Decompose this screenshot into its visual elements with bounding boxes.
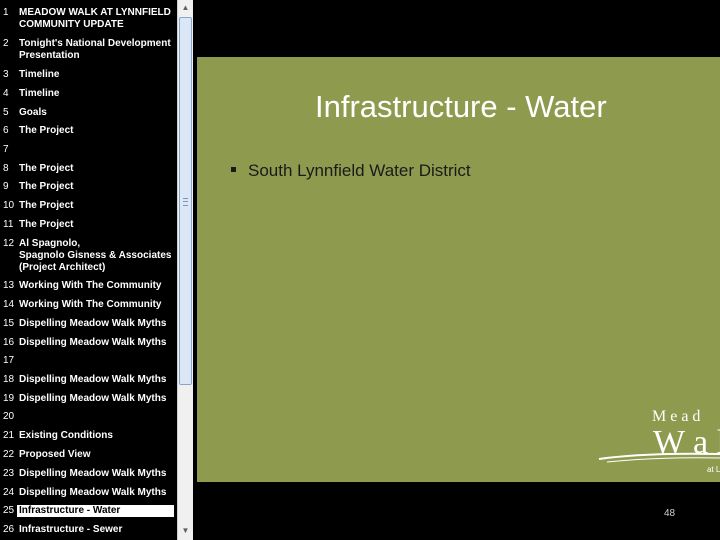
outline-item-title: Goals [19,107,47,118]
outline-item-number: 1 [3,7,9,18]
outline-item-number: 6 [3,125,9,136]
bullet-item: South Lynnfield Water District [231,161,471,181]
outline-item-number: 20 [3,411,15,422]
logo-line-1: M e a d [652,408,700,425]
slide-canvas: Infrastructure - Water South Lynnfield W… [197,57,720,482]
outline-item-number: 21 [3,430,15,441]
logo-line-3: at L [707,465,720,474]
scroll-up-arrow-icon[interactable]: ▲ [179,1,192,15]
outline-item-number: 17 [3,355,15,366]
outline-item-number: 18 [3,374,15,385]
outline-item-title: Dispelling Meadow Walk Myths [19,487,167,498]
outline-item-title: Infrastructure - Water [17,505,174,517]
outline-item-title: The Project [19,219,74,230]
outline-item-title: Dispelling Meadow Walk Myths [19,468,167,479]
outline-item-title: The Project [19,163,74,174]
outline-item-title: Dispelling Meadow Walk Myths [19,337,167,348]
outline-item-title: Dispelling Meadow Walk Myths [19,374,167,385]
outline-item-number: 22 [3,449,15,460]
outline-item-number: 23 [3,468,15,479]
outline-item-number: 10 [3,200,15,211]
meadow-walk-logo: M e a d W a l at L [598,408,720,474]
slide-page-number: 48 [664,508,676,519]
outline-item-number: 8 [3,163,9,174]
outline-scrollbar[interactable]: ▲ ▼ [177,0,193,540]
outline-item-number: 16 [3,337,15,348]
outline-item-number: 13 [3,280,15,291]
outline-item-number: 25 [3,505,15,516]
logo-line-2: W a l [653,424,720,461]
outline-item-title: The Project [19,200,74,211]
outline-item-title: Al Spagnolo, Spagnolo Gisness & Associat… [19,238,172,273]
outline-item-number: 2 [3,38,9,49]
slide-title: Infrastructure - Water [315,89,607,124]
outline-item-number: 11 [3,219,14,230]
outline-item-title: Proposed View [19,449,91,460]
outline-item-number: 7 [3,144,9,155]
outline-item-number: 26 [3,524,15,535]
scroll-down-arrow-icon[interactable]: ▼ [179,524,192,538]
outline-item-number: 4 [3,88,9,99]
outline-item-number: 5 [3,107,9,118]
outline-item-title: Working With The Community [19,299,162,310]
scrollbar-thumb[interactable] [179,17,192,385]
outline-item-title: Infrastructure - Sewer [19,524,123,535]
outline-item-number: 3 [3,69,9,80]
outline-item-title: MEADOW WALK AT LYNNFIELD COMMUNITY UPDAT… [19,7,171,30]
outline-item-title: Timeline [19,88,60,99]
grip-icon [183,198,188,206]
outline-item-title: Existing Conditions [19,430,113,441]
outline-item-number: 12 [3,238,15,249]
outline-item-title: Working With The Community [19,280,162,291]
outline-item-title: Dispelling Meadow Walk Myths [19,318,167,329]
outline-item-number: 9 [3,181,9,192]
outline-item-title: Timeline [19,69,60,80]
outline-item-title: The Project [19,181,74,192]
bullet-text: South Lynnfield Water District [248,161,471,180]
outline-item-title: Tonight's National Development Presentat… [19,38,171,61]
square-bullet-icon [231,167,236,173]
slide-outline-panel: 1 MEADOW WALK AT LYNNFIELD COMMUNITY UPD… [0,0,177,540]
outline-item-title: The Project [19,125,74,136]
outline-item-title: Dispelling Meadow Walk Myths [19,393,167,404]
outline-item-number: 14 [3,299,15,310]
outline-item-number: 15 [3,318,15,329]
outline-item-number: 24 [3,487,15,498]
outline-item-number: 19 [3,393,15,404]
